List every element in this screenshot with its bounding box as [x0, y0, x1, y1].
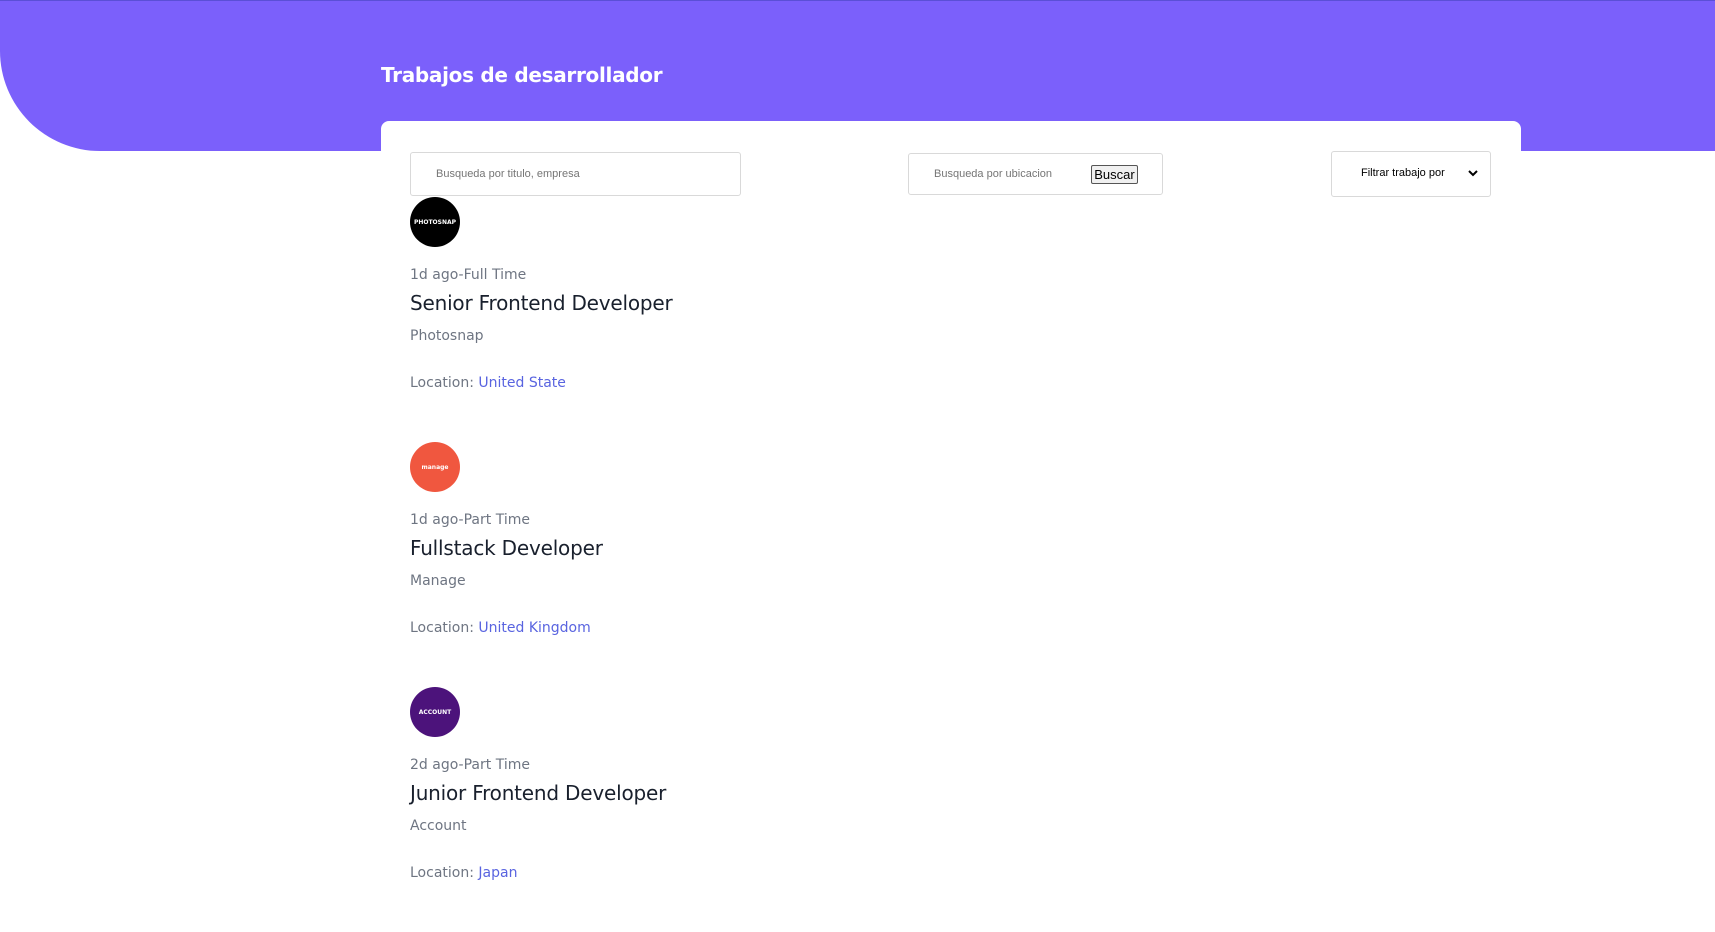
job-location: Location: United State — [410, 375, 566, 391]
location-value: United State — [478, 375, 566, 391]
job-meta: 1d ago-Full Time — [410, 267, 527, 283]
location-label: Location: — [410, 375, 474, 391]
company-logo-text: manage — [421, 463, 449, 471]
location-label: Location: — [410, 620, 474, 636]
job-type: Part Time — [463, 512, 530, 528]
chevron-down-icon — [1468, 170, 1478, 177]
filter-select[interactable]: Filtrar trabajo por — [1331, 151, 1491, 197]
posted-time: 2d ago — [410, 757, 459, 773]
title-search-input[interactable] — [436, 166, 582, 182]
company-name: Manage — [410, 573, 466, 589]
job-meta: 2d ago-Part Time — [410, 757, 530, 773]
page-title: Trabajos de desarrollador — [381, 63, 663, 87]
job-type: Part Time — [463, 757, 530, 773]
posted-time: 1d ago — [410, 267, 459, 283]
title-search-field — [410, 152, 741, 196]
company-logo-text: PHOTOSNAP — [413, 218, 457, 226]
company-name: Account — [410, 818, 467, 834]
filter-select-label: Filtrar trabajo por — [1361, 167, 1445, 179]
job-title[interactable]: Fullstack Developer — [410, 536, 603, 560]
job-meta: 1d ago-Part Time — [410, 512, 530, 528]
location-search-input[interactable] — [934, 166, 1074, 182]
location-label: Location: — [410, 865, 474, 881]
company-logo: ACCOUNT — [410, 687, 460, 737]
posted-time: 1d ago — [410, 512, 459, 528]
location-search-field: Buscar — [908, 153, 1163, 195]
job-location: Location: Japan — [410, 865, 517, 881]
location-value: United Kingdom — [478, 620, 591, 636]
search-button[interactable]: Buscar — [1091, 165, 1138, 184]
company-logo-text: ACCOUNT — [418, 708, 452, 716]
location-value: Japan — [478, 865, 518, 881]
company-logo: manage — [410, 442, 460, 492]
job-title[interactable]: Senior Frontend Developer — [410, 291, 673, 315]
company-name: Photosnap — [410, 328, 484, 344]
job-location: Location: United Kingdom — [410, 620, 591, 636]
company-logo: PHOTOSNAP — [410, 197, 460, 247]
job-type: Full Time — [463, 267, 527, 283]
job-title[interactable]: Junior Frontend Developer — [410, 781, 666, 805]
